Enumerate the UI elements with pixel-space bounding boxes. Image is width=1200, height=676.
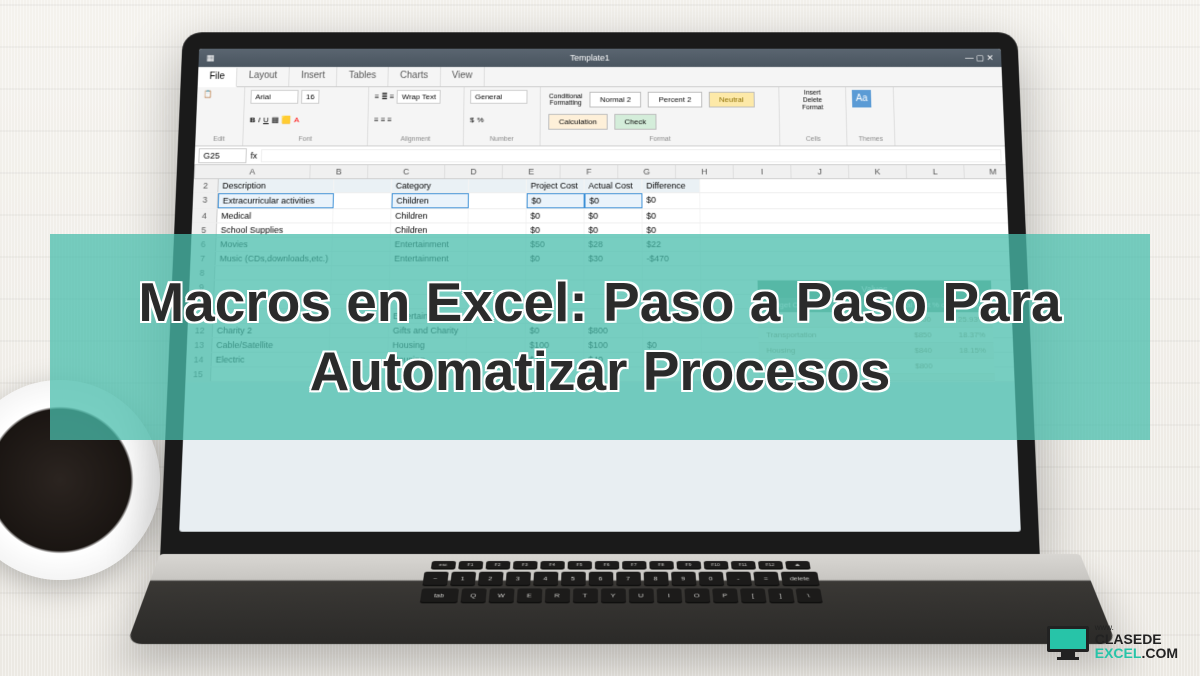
number-format-selector[interactable]: General — [470, 90, 527, 104]
laptop-keyboard: esc F1F2F3F4F5F6F7F8F9F10F11F12 ⏏ ~12345… — [127, 554, 1116, 644]
format-button[interactable]: Format — [802, 105, 823, 111]
style-neutral[interactable]: Neutral — [708, 92, 754, 108]
ribbon-tabs: File Layout Insert Tables Charts View — [198, 67, 1003, 87]
text-color-button[interactable]: A — [294, 116, 299, 124]
align-icons[interactable]: ≡ ≣ ≡ — [375, 93, 395, 101]
page-title: Macros en Excel: Paso a Paso Para Automa… — [80, 268, 1120, 406]
brand-logo: www. CLASEDE EXCEL.COM — [1047, 624, 1178, 660]
formula-bar: G25 fx — [194, 146, 1005, 165]
tab-insert[interactable]: Insert — [289, 67, 337, 86]
percent-icon[interactable]: % — [477, 116, 484, 124]
cell-category[interactable]: Children — [391, 209, 469, 222]
delete-button[interactable]: Delete — [803, 97, 822, 103]
table-row: 3 Extracurricular activities Children $0… — [193, 193, 1008, 209]
border-button[interactable]: ▦ — [271, 116, 279, 124]
table-row: 4 Medical Children $0 $0 $0 — [192, 209, 1008, 223]
style-calculation[interactable]: Calculation — [548, 114, 607, 130]
font-selector[interactable]: Arial — [250, 90, 298, 104]
style-normal[interactable]: Normal 2 — [589, 92, 641, 108]
number-group: General $ % Number — [464, 87, 541, 145]
cell-description[interactable]: Medical — [217, 209, 333, 222]
cell-project-cost[interactable]: $0 — [527, 209, 585, 222]
logo-monitor-icon — [1047, 626, 1089, 658]
font-group: Arial 16 B I U ▦ 🟨 A Font — [243, 87, 369, 145]
fx-icon[interactable]: fx — [250, 151, 257, 160]
key-tab[interactable]: tab — [419, 588, 458, 603]
cell-difference[interactable]: $0 — [642, 193, 700, 208]
italic-button[interactable]: I — [258, 116, 260, 124]
header-row: 2 Description Category Project Cost Actu… — [193, 179, 1007, 193]
column-headers: A B C D E F G H I J K L M — [194, 165, 1006, 179]
cell-project-cost[interactable]: $0 — [527, 193, 585, 208]
window-titlebar: ▦ Template1 — ▢ ✕ — [198, 49, 1001, 67]
fill-color-button[interactable]: 🟨 — [282, 116, 292, 124]
themes-group: Aa Themes — [846, 87, 895, 145]
ribbon-toolbar: 📋 Edit Arial 16 B I U ▦ 🟨 A Font ≡ ≣ ≡Wr… — [195, 87, 1005, 146]
tab-tables[interactable]: Tables — [337, 67, 389, 86]
key-delete[interactable]: delete — [780, 572, 819, 587]
currency-icon[interactable]: $ — [470, 116, 474, 124]
cell-actual-cost[interactable]: $0 — [585, 193, 643, 208]
formula-input[interactable] — [261, 149, 1002, 162]
style-check[interactable]: Check — [614, 114, 657, 130]
cell-category[interactable]: Children — [391, 193, 468, 208]
tab-file[interactable]: File — [198, 68, 238, 87]
cells-group: Insert Delete Format Cells — [779, 87, 847, 145]
font-size-selector[interactable]: 16 — [301, 90, 319, 104]
tab-charts[interactable]: Charts — [388, 67, 440, 86]
wrap-text-button[interactable]: Wrap Text — [397, 90, 441, 104]
logo-text: www. CLASEDE EXCEL.COM — [1095, 624, 1178, 660]
style-percent[interactable]: Percent 2 — [648, 92, 702, 108]
tab-layout[interactable]: Layout — [237, 67, 290, 86]
themes-button[interactable]: Aa — [852, 90, 872, 108]
window-controls[interactable]: — ▢ ✕ — [965, 53, 994, 63]
tab-view[interactable]: View — [440, 67, 485, 86]
bold-button[interactable]: B — [250, 116, 256, 124]
cell-description[interactable]: Extracurricular activities — [218, 193, 334, 208]
cell-difference[interactable]: $0 — [642, 209, 700, 222]
window-title: Template1 — [220, 53, 959, 62]
name-box[interactable]: G25 — [198, 148, 247, 163]
paste-icon[interactable]: 📋 — [203, 90, 213, 98]
edit-group: 📋 Edit — [195, 87, 245, 145]
col-a[interactable]: A — [195, 165, 311, 178]
underline-button[interactable]: U — [263, 116, 269, 124]
cell-actual-cost[interactable]: $0 — [585, 209, 643, 222]
insert-button[interactable]: Insert — [804, 90, 821, 96]
conditional-formatting-button[interactable]: Conditional Formatting — [546, 93, 584, 106]
format-group: Conditional Formatting Normal 2 Percent … — [541, 87, 781, 145]
alignment-group: ≡ ≣ ≡Wrap Text ≡ ≡ ≡ Alignment — [368, 87, 465, 145]
title-overlay: Macros en Excel: Paso a Paso Para Automa… — [50, 234, 1150, 440]
app-icon: ▦ — [206, 53, 215, 63]
key-esc[interactable]: esc — [430, 561, 455, 570]
